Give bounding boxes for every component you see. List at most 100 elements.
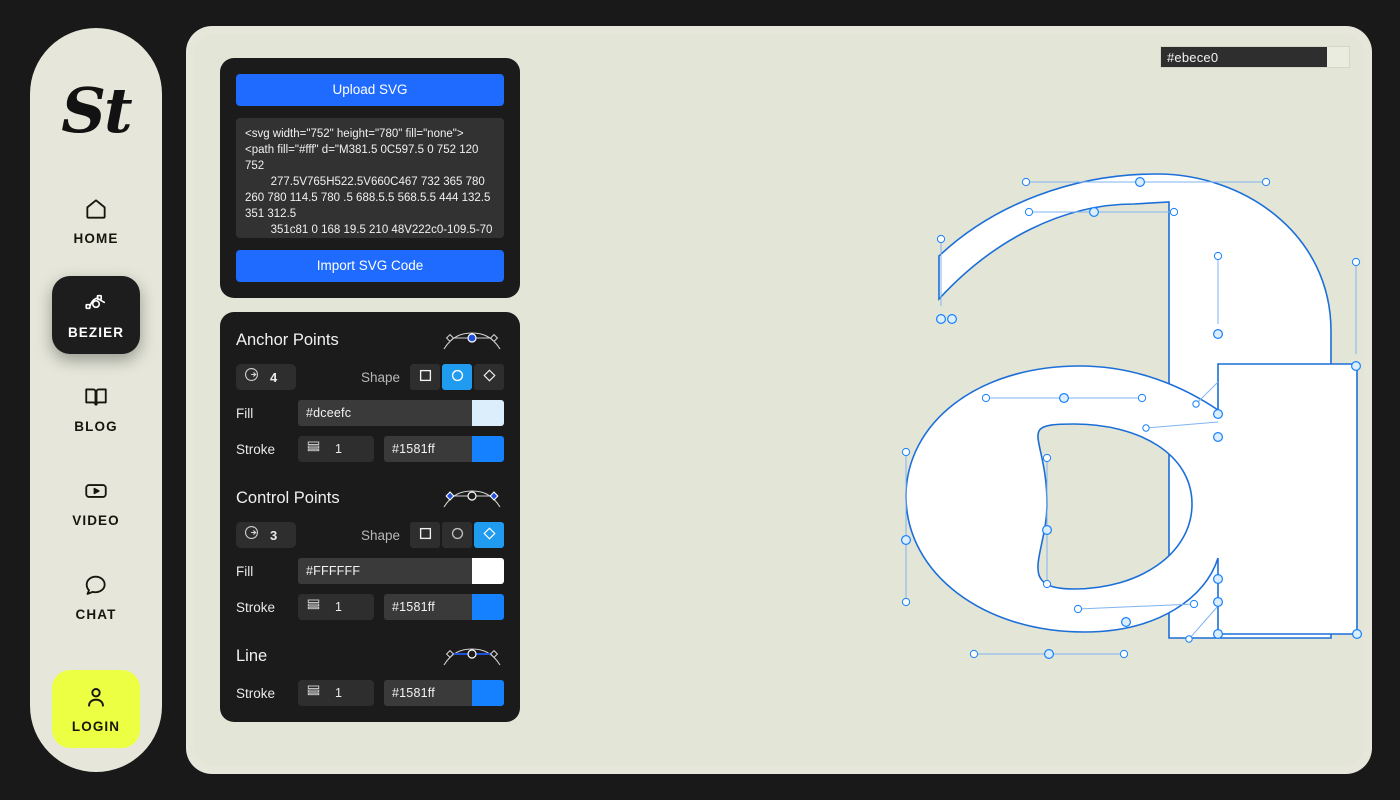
control-fill-hex-input[interactable]: #FFFFFF [298,558,472,584]
control-point-curve-icon [440,486,504,510]
anchor-point[interactable] [1212,573,1223,584]
sidebar-item-video[interactable]: VIDEO [52,464,140,542]
anchor-fill-hex-input[interactable]: #dceefc [298,400,472,426]
anchor-stroke-color-control[interactable]: #1581ff [384,436,504,462]
anchor-point[interactable] [1134,177,1145,188]
anchor-shape-circle[interactable] [442,364,472,390]
anchor-point[interactable] [1212,596,1223,607]
anchor-fill-swatch[interactable] [472,400,504,426]
anchor-point[interactable] [1212,628,1223,639]
anchor-point[interactable] [1088,207,1099,218]
anchor-stroke-width-control[interactable]: 1 [298,436,374,462]
sidebar-item-bezier[interactable]: BEZIER [52,276,140,354]
anchor-fill-color-control[interactable]: #dceefc [298,400,504,426]
login-button[interactable]: LOGIN [52,670,140,748]
anchor-point[interactable] [1041,525,1052,536]
control-fill-swatch[interactable] [472,558,504,584]
control-point[interactable] [1261,177,1271,187]
anchor-point[interactable] [1212,329,1223,340]
anchor-point[interactable] [1043,648,1054,659]
anchor-count-stepper[interactable]: 4 [236,364,296,390]
anchor-point[interactable] [1350,361,1361,372]
diamond-icon [482,526,497,544]
svg-code-textarea[interactable]: <svg width="752" height="780" fill="none… [236,118,504,238]
control-point[interactable] [1021,177,1031,187]
anchor-point[interactable] [1351,628,1362,639]
anchor-count-value: 4 [270,369,278,385]
control-fill-color-control[interactable]: #FFFFFF [298,558,504,584]
control-count-stepper[interactable]: 3 [236,522,296,548]
control-point[interactable] [1073,604,1083,614]
import-svg-code-button[interactable]: Import SVG Code [236,250,504,282]
line-stroke-width-value: 1 [335,686,342,700]
anchor-point[interactable] [1212,409,1223,420]
control-point[interactable] [1042,453,1052,463]
background-color-control[interactable]: #ebece0 [1160,46,1350,68]
section-header: Anchor Points [236,326,504,354]
anchor-point[interactable] [1058,393,1069,404]
control-point[interactable] [1119,649,1129,659]
properties-card: Anchor Points 4 Shape Fill #dceefc Strok… [220,312,520,722]
control-point[interactable] [969,649,979,659]
control-point[interactable] [1213,251,1223,261]
control-point[interactable] [1192,400,1200,408]
line-stroke-hex-input[interactable]: #1581ff [384,680,472,706]
control-point[interactable] [1351,257,1361,267]
tools-column: Upload SVG <svg width="752" height="780"… [220,58,520,722]
user-icon [83,684,109,710]
control-point[interactable] [901,597,911,607]
line-stroke-swatch[interactable] [472,680,504,706]
sidebar-item-home[interactable]: HOME [52,182,140,260]
stroke-weight-icon [306,597,321,617]
control-shape-circle[interactable] [442,522,472,548]
anchor-point[interactable] [946,314,957,325]
anchor-points-section: Anchor Points 4 Shape Fill #dceefc Strok… [236,326,504,462]
control-stroke-label: Stroke [236,599,276,615]
anchor-point[interactable] [1212,432,1223,443]
app-logo[interactable]: St [61,64,132,156]
anchor-shape-diamond[interactable] [474,364,504,390]
glyph-fill [905,173,1358,639]
control-shape-diamond[interactable] [474,522,504,548]
control-point[interactable] [1142,424,1150,432]
control-stroke-hex-input[interactable]: #1581ff [384,594,472,620]
anchor-shape-square[interactable] [410,364,440,390]
line-section: Line Stroke 1 #1581ff [236,642,504,706]
control-shape-square[interactable] [410,522,440,548]
sidebar-item-label: CHAT [75,607,117,622]
reset-rotate-icon [243,524,260,546]
control-point[interactable] [936,234,946,244]
control-fill-label: Fill [236,563,254,579]
anchor-point[interactable] [1120,616,1131,627]
upload-svg-button[interactable]: Upload SVG [236,74,504,106]
anchor-point[interactable] [900,535,911,546]
control-point[interactable] [1189,599,1199,609]
home-icon [83,196,109,222]
sidebar-item-chat[interactable]: CHAT [52,558,140,636]
control-point[interactable] [1169,207,1179,217]
anchor-point[interactable] [935,314,946,325]
book-icon [83,384,109,410]
control-point[interactable] [1137,393,1147,403]
bezier-canvas[interactable]: #ebece0 Upload SVG <svg width="752" heig… [194,34,1364,766]
control-point[interactable] [901,447,911,457]
anchor-count-row: 4 Shape [236,364,504,390]
control-stroke-swatch[interactable] [472,594,504,620]
control-point[interactable] [1042,579,1052,589]
control-point[interactable] [1185,635,1193,643]
control-point[interactable] [981,393,991,403]
control-stroke-width-control[interactable]: 1 [298,594,374,620]
anchor-stroke-hex-input[interactable]: #1581ff [384,436,472,462]
sidebar-item-label: BLOG [74,419,118,434]
control-stroke-color-control[interactable]: #1581ff [384,594,504,620]
anchor-fill-row: Fill #dceefc [236,400,504,426]
line-stroke-color-control[interactable]: #1581ff [384,680,504,706]
sidebar-item-blog[interactable]: BLOG [52,370,140,448]
control-stroke-width-value: 1 [335,600,342,614]
anchor-shape-label: Shape [360,369,400,385]
background-color-swatch[interactable] [1327,47,1349,67]
anchor-stroke-swatch[interactable] [472,436,504,462]
control-point[interactable] [1024,207,1034,217]
line-stroke-width-control[interactable]: 1 [298,680,374,706]
background-color-input[interactable]: #ebece0 [1161,47,1327,67]
